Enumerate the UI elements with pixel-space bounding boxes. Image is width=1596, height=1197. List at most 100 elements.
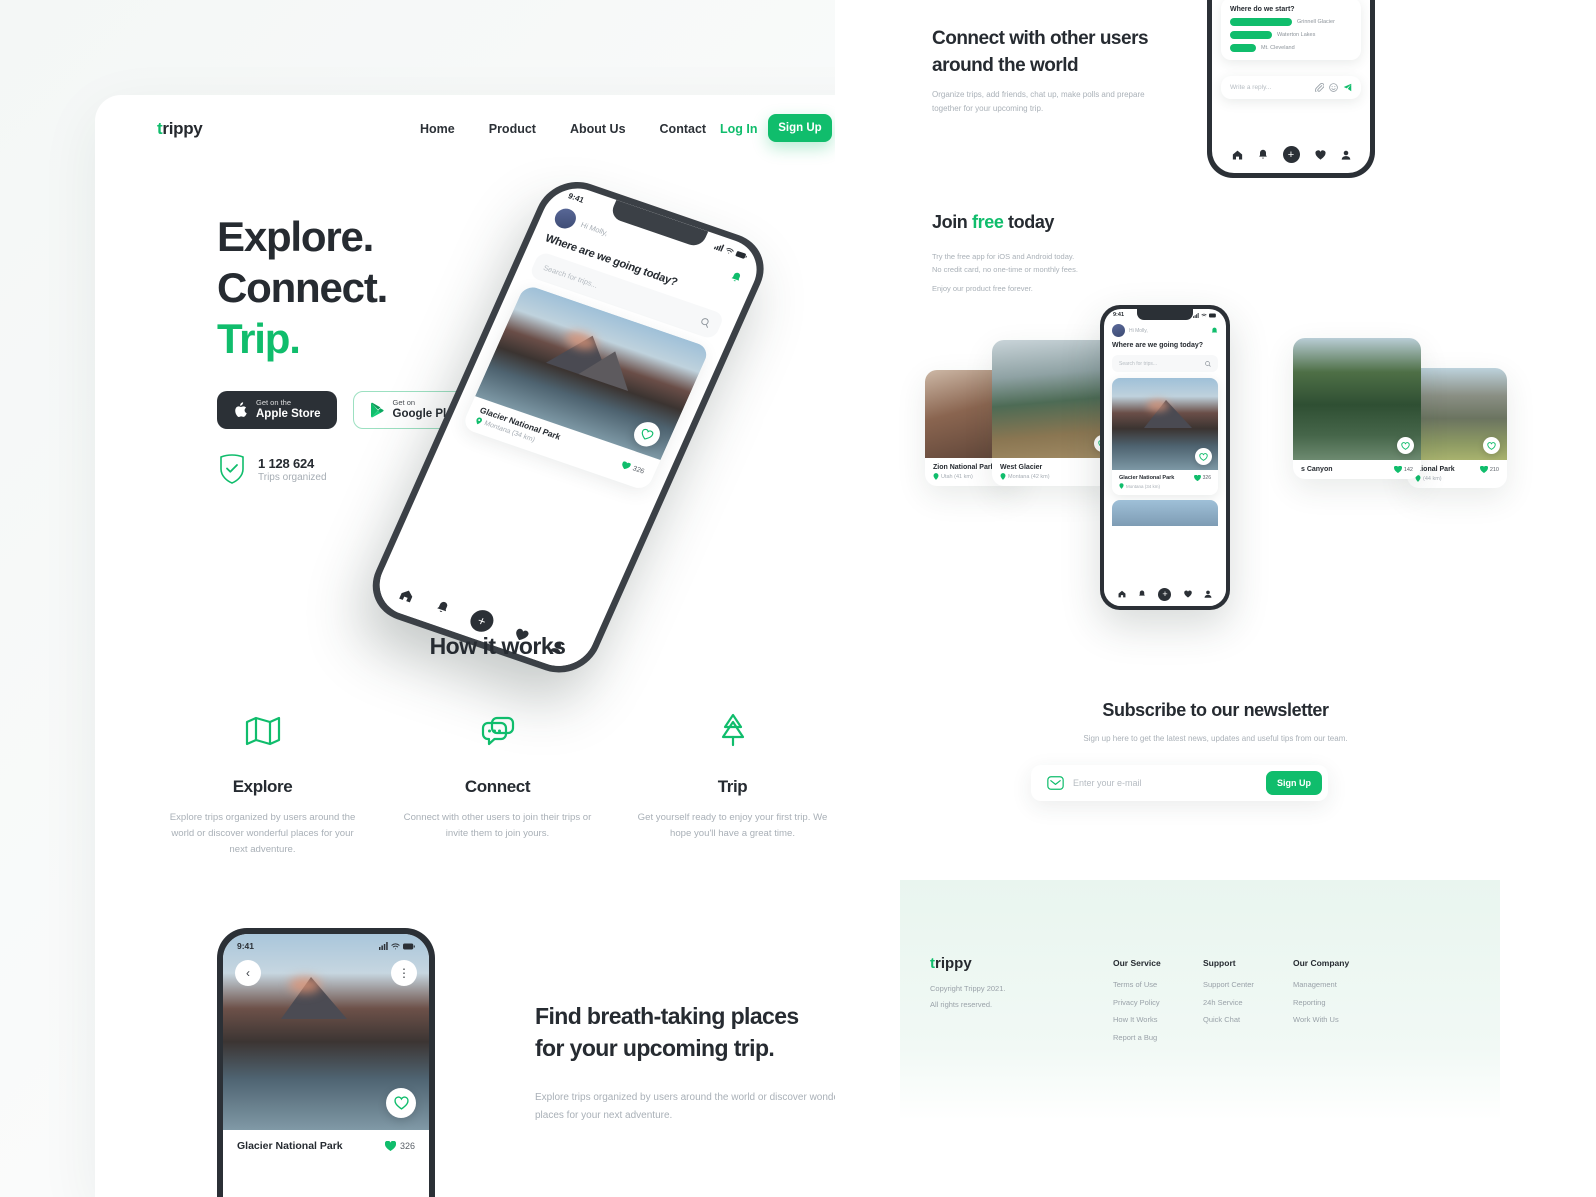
footer-column-our-service: Our Service Terms of Use Privacy Policy …: [1113, 958, 1161, 1050]
heart-icon[interactable]: [1314, 149, 1326, 160]
reply-input[interactable]: Write a reply...: [1221, 76, 1361, 99]
poll-option[interactable]: Waterton Lakes: [1230, 31, 1352, 39]
next-trip-card-peek[interactable]: [1112, 500, 1218, 526]
favorite-button[interactable]: [1483, 437, 1500, 454]
how-it-works-heading: Trip: [717, 777, 748, 796]
feature-card-name: Glacier National Park: [237, 1140, 343, 1152]
more-options-button[interactable]: ⋮: [391, 960, 417, 986]
footer-link-quick-chat[interactable]: Quick Chat: [1203, 1015, 1254, 1024]
bell-icon[interactable]: [729, 271, 743, 285]
attachment-icon[interactable]: [1315, 83, 1324, 92]
hero-heading: Explore. Connect. Trip.: [217, 211, 388, 365]
hero-line-2: Connect.: [217, 264, 388, 312]
feature-image: ‹ ⋮: [223, 934, 429, 1130]
footer-link-how-it-works[interactable]: How It Works: [1113, 1015, 1161, 1024]
chat-phone-mockup: Where do we start? Grinnell Glacier Wate…: [1207, 0, 1375, 178]
favorite-button[interactable]: [1195, 448, 1212, 465]
status-time: 9:41: [1113, 312, 1125, 318]
pin-icon: [476, 417, 483, 424]
back-button[interactable]: ‹: [235, 960, 261, 986]
newsletter-subtitle: Sign up here to get the latest news, upd…: [1083, 734, 1348, 743]
nav-links: Home Product About Us Contact: [420, 122, 706, 136]
footer-link-report-a-bug[interactable]: Report a Bug: [1113, 1033, 1161, 1042]
footer-link-terms-of-use[interactable]: Terms of Use: [1113, 980, 1161, 989]
profile-icon[interactable]: [1341, 150, 1351, 160]
login-link[interactable]: Log In: [720, 122, 758, 136]
feature-text-block: Find breath-taking places for your upcom…: [535, 1000, 855, 1125]
footer-link-support-center[interactable]: Support Center: [1203, 980, 1254, 989]
trip-card[interactable]: Glacier National Park 326 Montana (34 km…: [1112, 378, 1218, 495]
favorite-button[interactable]: [386, 1088, 416, 1118]
profile-icon[interactable]: [1204, 590, 1212, 598]
bell-icon[interactable]: [1211, 327, 1218, 335]
nav-item-product[interactable]: Product: [489, 122, 536, 136]
trip-name: Glacier National Park: [1119, 475, 1175, 481]
nav-item-about-us[interactable]: About Us: [570, 122, 626, 136]
top-navigation: trippy Home Product About Us Contact Log…: [95, 95, 900, 165]
how-it-works-text: Get yourself ready to enjoy your first t…: [637, 812, 828, 839]
carousel-card[interactable]: s Canyon 142: [1293, 338, 1421, 479]
feature-card-likes: 326: [384, 1141, 415, 1151]
image-overlay-controls: ‹ ⋮: [235, 960, 417, 986]
connect-heading-line-1: Connect with other users: [932, 28, 1149, 49]
add-button[interactable]: +: [1158, 587, 1172, 601]
footer-link-work-with-us[interactable]: Work With Us: [1293, 1015, 1349, 1024]
nav-item-contact[interactable]: Contact: [660, 122, 707, 136]
signup-button[interactable]: Sign Up: [768, 114, 832, 142]
bell-icon[interactable]: [1138, 590, 1146, 598]
newsletter-email-input[interactable]: [1073, 778, 1266, 788]
footer-link-24h-service[interactable]: 24h Service: [1203, 998, 1254, 1007]
poll-question: Where do we start?: [1230, 6, 1295, 13]
footer-logo[interactable]: trippy: [930, 955, 972, 972]
footer-link-management[interactable]: Management: [1293, 980, 1349, 989]
hero-line-1: Explore.: [217, 213, 374, 260]
send-icon[interactable]: [1343, 83, 1352, 92]
bell-icon[interactable]: [434, 599, 451, 615]
avatar[interactable]: [551, 205, 580, 232]
reply-placeholder: Write a reply...: [1230, 84, 1272, 91]
card-meta: s Canyon 142: [1293, 460, 1421, 479]
trip-likes-count: 326: [631, 463, 646, 476]
how-it-works-title: How it works: [429, 633, 566, 659]
footer-link-privacy-policy[interactable]: Privacy Policy: [1113, 998, 1161, 1007]
search-input[interactable]: Search for trips...: [1112, 355, 1218, 372]
carousel-card[interactable]: ational Park 210 (44 km): [1407, 368, 1507, 488]
footer-logo-rest: rippy: [935, 955, 972, 972]
search-icon: [1205, 360, 1211, 367]
logo-rest: rippy: [162, 119, 203, 138]
poll-option[interactable]: Mt. Cleveland: [1230, 44, 1352, 52]
favorite-button[interactable]: [1397, 437, 1414, 454]
tab-bar: +: [1104, 582, 1226, 606]
avatar[interactable]: [1112, 324, 1125, 337]
pin-icon: [1000, 473, 1006, 480]
feature-card-likes-count: 326: [399, 1141, 415, 1151]
heart-icon: [1193, 475, 1201, 481]
home-icon[interactable]: [1232, 150, 1243, 160]
poll-option[interactable]: Grinnell Glacier: [1230, 18, 1352, 26]
bell-icon[interactable]: [1258, 149, 1268, 160]
trips-organized-number: 1 128 624: [258, 455, 315, 471]
logo[interactable]: trippy: [157, 119, 203, 139]
phone-screen: Where do we start? Grinnell Glacier Wate…: [1212, 0, 1370, 173]
favorite-button[interactable]: [629, 418, 665, 450]
trip-likes: 326: [1193, 475, 1211, 481]
home-icon[interactable]: [1118, 590, 1126, 598]
nav-item-home[interactable]: Home: [420, 122, 455, 136]
add-button[interactable]: +: [466, 607, 498, 635]
feature-phone-mockup: 9:41 ‹ ⋮ Glacier National Park 326: [217, 928, 435, 1197]
signal-icon: [1193, 312, 1199, 318]
apple-store-label: Apple Store: [256, 407, 321, 420]
apple-store-button[interactable]: Get on the Apple Store: [217, 391, 337, 429]
emoji-icon[interactable]: [1329, 83, 1338, 92]
trip-meta: Glacier National Park 326 Montana (34 km…: [1112, 470, 1218, 495]
home-icon[interactable]: [398, 588, 415, 603]
heart-icon[interactable]: [1183, 590, 1192, 598]
phone-screen: 9:41 ‹ ⋮ Glacier National Park 326: [223, 934, 429, 1197]
heart-outline-icon: [1199, 452, 1208, 461]
connect-paragraph: Organize trips, add friends, chat up, ma…: [932, 90, 1145, 113]
footer-link-reporting[interactable]: Reporting: [1293, 998, 1349, 1007]
add-button[interactable]: +: [1282, 146, 1300, 163]
phone-notch: [1137, 309, 1193, 320]
chat-icon: [396, 705, 599, 757]
newsletter-signup-button[interactable]: Sign Up: [1266, 771, 1322, 795]
